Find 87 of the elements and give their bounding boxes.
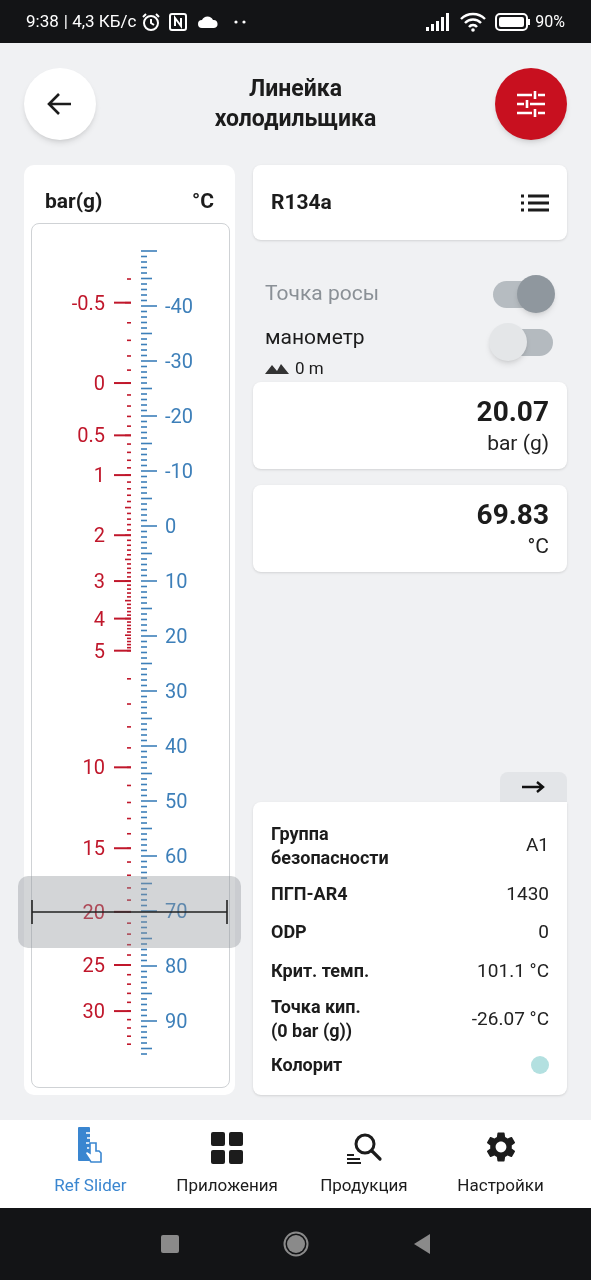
recents-icon[interactable] [160,1235,179,1253]
property-label: Точка кип. (0 bar (g)) [271,995,362,1043]
battery-icon [495,12,532,31]
major-tick [113,434,132,437]
nav-tab[interactable]: Приложения [158,1120,296,1208]
pressure-label: 2 [93,523,105,548]
more-icon [234,19,247,24]
temperature-label: 20 [165,624,188,648]
toggle-label: манометр [265,324,365,351]
temperature-label: -10 [165,459,193,483]
sliders-icon [516,91,546,117]
major-tick [113,580,132,583]
reading-unit: bar (g) [487,429,549,457]
filter-button[interactable] [495,68,567,140]
pressure-label: 0.5 [77,423,105,448]
toggle-switch[interactable] [489,322,555,362]
property-label: Колорит [271,1053,344,1077]
arrow-right-icon [521,780,546,793]
pressure-label: 5 [93,638,105,663]
temperature-label: -40 [165,294,193,318]
reading-value: 69.83 [476,497,549,532]
major-tick [113,847,132,850]
alarm-icon [141,11,162,32]
nfc-icon [169,12,188,31]
pressure-unit: bar(g) [45,188,103,216]
clock: 9:38 [26,9,59,33]
major-tick [113,301,132,304]
property-label: Крит. темп. [271,958,371,983]
pressure-label: 1 [93,463,105,488]
major-tick [113,534,132,537]
pressure-label: 30 [82,999,105,1024]
temperature-label: 30 [165,679,188,703]
temperature-label: 60 [165,844,188,868]
list-icon [521,193,549,212]
nav-tab[interactable]: Настройки [432,1120,569,1208]
temperature-label: -30 [165,349,193,373]
back-icon[interactable] [412,1233,431,1255]
property-label: Группа безопасности [271,821,390,870]
reading-value: 20.07 [476,394,549,429]
reading-unit: °C [527,532,549,560]
temperature-label: -20 [165,404,193,428]
nav-tab[interactable]: Ref Slider [22,1120,159,1208]
page-title: Линейка холодильщика [213,74,378,134]
temperature-label: 90 [165,1009,188,1033]
property-value: 1430 [506,880,549,907]
property-value: 101.1 °C [477,957,549,984]
wifi-icon [460,11,487,32]
pressure-label: 25 [82,953,105,977]
pressure-label: 4 [93,606,105,631]
major-tick [113,382,132,385]
cloud-icon [198,15,219,28]
major-tick [113,964,132,966]
temperature-label: 40 [165,734,188,758]
property-value: A1 [525,832,549,859]
major-tick [113,474,132,477]
home-icon[interactable] [282,1231,309,1257]
pressure-label: -0.5 [71,290,105,315]
property-label: ПГП-AR4 [271,881,349,906]
major-tick [113,1010,132,1013]
temperature-label: 10 [165,569,188,593]
grid-icon [210,1130,245,1165]
pressure-label: 0 [93,371,105,396]
battery-level: 90% [535,10,565,33]
major-tick [113,766,132,769]
major-tick [113,649,132,652]
temperature-label: 0 [165,514,177,538]
back-arrow-icon [47,92,73,116]
nav-tab[interactable]: Продукция [295,1120,433,1208]
toggle-label: Точка росы [265,280,379,308]
pressure-label: 10 [82,755,105,780]
altitude: 0 m [295,356,324,380]
property-value: 0 [538,919,549,945]
temperature-label: 50 [165,789,188,813]
back-button[interactable] [24,68,96,140]
property-value: -26.07 °C [471,1005,549,1032]
slider-handle[interactable] [18,876,241,948]
network-speed: | 4,3 КБ/с [63,9,137,33]
pressure-label: 15 [82,836,105,861]
property-label: ODP [271,920,308,945]
mountain-icon [265,362,289,375]
ruler-hand-icon [77,1124,104,1165]
pressure-label: 3 [93,569,105,594]
expand-tab[interactable] [500,771,567,802]
temperature-unit: °C [192,188,214,216]
refrigerant-selector[interactable]: R134a [253,165,567,240]
major-tick [113,617,132,620]
temperature-label: 80 [165,954,188,978]
